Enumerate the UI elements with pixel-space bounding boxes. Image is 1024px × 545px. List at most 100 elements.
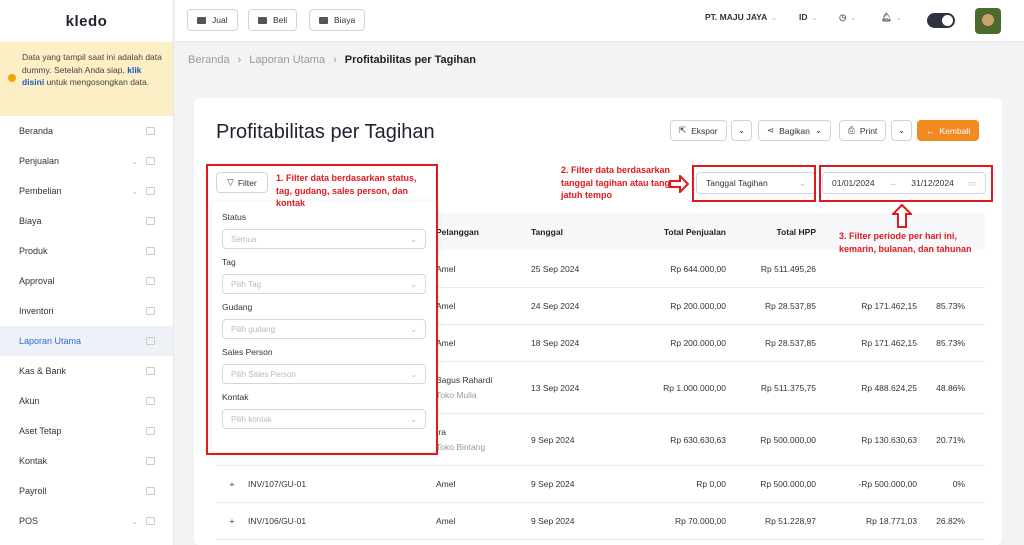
menu-icon xyxy=(146,367,155,375)
avatar[interactable] xyxy=(975,8,1001,34)
date-cell: 9 Sep 2024 xyxy=(531,434,575,445)
clock-icon[interactable]: ◷ ⌄ xyxy=(839,12,856,23)
customer-name: Amel xyxy=(436,479,456,489)
breadcrumb-parent[interactable]: Laporan Utama xyxy=(249,54,325,66)
menu-icon xyxy=(146,217,155,225)
sidebar-item-label: Biaya xyxy=(19,216,42,226)
chevron-down-icon: ⌄ xyxy=(131,516,138,526)
date-cell: 9 Sep 2024 xyxy=(531,516,575,526)
customer-name: Bagus Rahardi xyxy=(436,375,493,385)
export-dropdown[interactable]: ⌄ xyxy=(731,120,753,141)
sidebar-item-pembelian[interactable]: Pembelian ⌄ xyxy=(0,176,173,206)
sidebar-item-aset-tetap[interactable]: Aset Tetap xyxy=(0,416,173,446)
header-penjualan[interactable]: Total Penjualan xyxy=(626,227,726,237)
sidebar-item-penjualan[interactable]: Penjualan ⌄ xyxy=(0,146,173,176)
arrow-left-icon: ← xyxy=(926,125,935,136)
back-label: Kembali xyxy=(939,125,971,136)
table-row[interactable]: + INV/107/GU-01 Amel 9 Sep 2024 Rp 0,00 Rp 50… xyxy=(216,466,985,503)
sales-total-cell: Rp 0,00 xyxy=(696,479,726,489)
sidebar-item-kontak[interactable]: Kontak xyxy=(0,446,173,476)
sales-total-cell: Rp 200.000,00 xyxy=(670,301,726,311)
menu-icon xyxy=(146,127,155,135)
print-button[interactable]: ⎙ Print xyxy=(839,120,887,141)
sidebar-item-beranda[interactable]: Beranda xyxy=(0,116,173,146)
customer-name: Amel xyxy=(436,516,456,526)
arrow-up-annotation-icon xyxy=(892,204,912,228)
margin-cell: 26.82% xyxy=(936,516,965,526)
menu-icon xyxy=(146,427,155,435)
menu-icon xyxy=(146,277,155,285)
print-label: Print xyxy=(859,125,878,136)
sales-total-cell: Rp 630.630,63 xyxy=(670,434,726,445)
sidebar-item-akun[interactable]: Akun xyxy=(0,386,173,416)
customer-cell: Amel xyxy=(436,301,531,311)
menu-icon xyxy=(146,397,155,405)
jual-button[interactable]: Jual xyxy=(187,9,238,31)
table-row[interactable]: + INV/106/GU-01 Amel 9 Sep 2024 Rp 70.000,00… xyxy=(216,503,985,540)
invoice-number[interactable]: INV/107/GU-01 xyxy=(248,479,436,489)
beli-button[interactable]: Beli xyxy=(248,9,298,31)
company-selector[interactable]: PT. MAJU JAYA ⌄ xyxy=(705,12,777,22)
annotation-box-date-range xyxy=(819,165,993,202)
sidebar-item-approval[interactable]: Approval xyxy=(0,266,173,296)
sidebar-item-pos[interactable]: POS ⌄ xyxy=(0,506,173,536)
header-pelanggan[interactable]: Pelanggan xyxy=(436,227,531,237)
bell-icon[interactable]: 🔔︎ ⌄ xyxy=(881,12,902,23)
biaya-label: Biaya xyxy=(334,15,356,25)
sidebar-item-label: Akun xyxy=(19,396,40,406)
hpp-total-cell: Rp 511.375,75 xyxy=(760,382,816,393)
export-icon: ⇱ xyxy=(679,125,687,135)
export-button[interactable]: ⇱ Ekspor xyxy=(670,120,727,141)
sidebar-item-label: Kas & Bank xyxy=(19,366,67,376)
sidebar-item-label: Inventori xyxy=(19,306,54,316)
sidebar-item-label: Produk xyxy=(19,246,48,256)
date-cell: 9 Sep 2024 xyxy=(531,479,575,489)
profit-cell: Rp 171.462,15 xyxy=(861,338,917,348)
chevron-down-icon: ⌄ xyxy=(738,125,746,135)
language-selector[interactable]: ID ⌄ xyxy=(799,12,817,22)
sales-total-cell: Rp 644.000,00 xyxy=(670,263,726,274)
date-cell: 25 Sep 2024 xyxy=(531,263,580,274)
sidebar-item-inventori[interactable]: Inventori xyxy=(0,296,173,326)
print-dropdown[interactable]: ⌄ xyxy=(891,120,913,141)
jual-label: Jual xyxy=(212,15,228,25)
share-button[interactable]: ⋖ Bagikan ⌄ xyxy=(758,120,831,141)
sidebar-item-kas-bank[interactable]: Kas & Bank xyxy=(0,356,173,386)
hpp-total-cell: Rp 28.537,85 xyxy=(764,301,816,311)
sidebar-item-label: Pembelian xyxy=(19,186,62,196)
margin-cell: 85.73% xyxy=(936,301,965,311)
customer-name: Amel xyxy=(436,338,456,348)
sidebar-item-produk[interactable]: Produk xyxy=(0,236,173,266)
margin-cell: 48.86% xyxy=(936,382,965,393)
sidebar-item-label: Approval xyxy=(19,276,55,286)
biaya-button[interactable]: Biaya xyxy=(309,9,366,31)
expand-plus-icon[interactable]: + xyxy=(216,479,248,489)
back-button[interactable]: ← Kembali xyxy=(917,120,980,141)
sales-total-cell: Rp 1.000.000,00 xyxy=(663,382,726,393)
invoice-number[interactable]: INV/106/GU-01 xyxy=(248,516,436,526)
theme-toggle[interactable] xyxy=(927,13,955,28)
sidebar-item-payroll[interactable]: Payroll xyxy=(0,476,173,506)
customer-cell: Amel xyxy=(436,338,531,348)
kledo-logo[interactable]: kledo xyxy=(0,0,173,42)
share-label: Bagikan xyxy=(779,125,810,136)
sidebar-item-biaya[interactable]: Biaya xyxy=(0,206,173,236)
hpp-total-cell: Rp 511.495,26 xyxy=(760,263,816,274)
sidebar-item-laporan-utama[interactable]: Laporan Utama xyxy=(0,326,173,356)
sales-total-cell: Rp 200.000,00 xyxy=(670,338,726,348)
chevron-down-icon: ⌄ xyxy=(771,15,778,22)
chevron-down-icon: ⌄ xyxy=(131,156,138,166)
menu-icon xyxy=(146,247,155,255)
sidebar-item-label: Beranda xyxy=(19,126,54,136)
expand-plus-icon[interactable]: + xyxy=(216,516,248,526)
cart-icon xyxy=(197,16,206,24)
notice-text-end: untuk mengosongkan data. xyxy=(44,77,150,87)
breadcrumb-home[interactable]: Beranda xyxy=(188,54,230,66)
header-hpp[interactable]: Total HPP xyxy=(726,227,816,237)
header-tanggal[interactable]: Tanggal xyxy=(531,227,626,237)
customer-name: Amel xyxy=(436,301,456,311)
customer-company: Toko Bintang xyxy=(436,442,486,452)
page-title: Profitabilitas per Tagihan xyxy=(216,121,435,143)
profit-cell: Rp 130.630,63 xyxy=(861,434,917,445)
chevron-down-icon: ⌄ xyxy=(131,186,138,196)
